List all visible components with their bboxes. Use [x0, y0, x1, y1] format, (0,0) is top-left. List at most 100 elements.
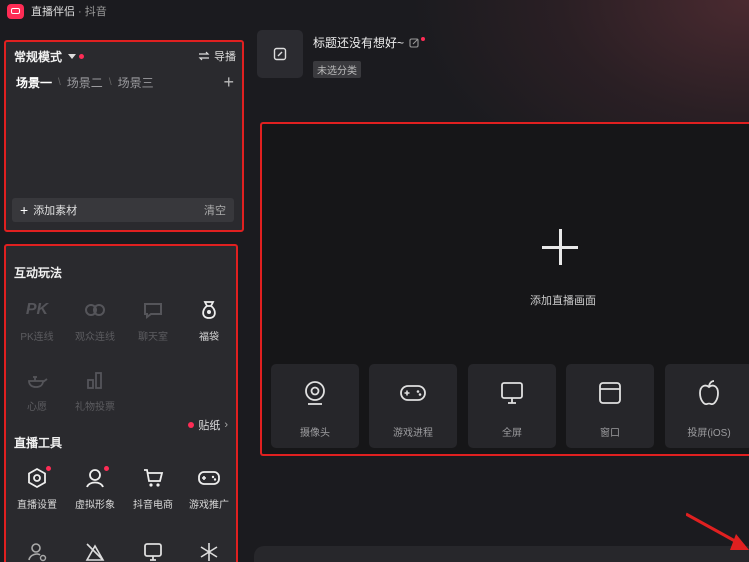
tool-label: 虚拟形象 [75, 500, 115, 511]
tools-title: 直播工具 [14, 436, 63, 450]
stream-title-row[interactable]: 标题还没有想好~ [313, 34, 426, 51]
add-material-button[interactable]: + 添加素材 [20, 202, 77, 218]
notification-dot [79, 53, 85, 59]
add-scene-button[interactable]: + [223, 73, 234, 91]
left-column: 常规模式 导播 场景一 \ 场景二 \ 场景三 + + 添加素材 清空 互动玩法… [0, 28, 245, 562]
interactive-item-label: 心愿 [27, 402, 47, 413]
interactive-item-wish[interactable]: 心愿 [10, 368, 64, 413]
clear-button[interactable]: 清空 [204, 202, 226, 218]
plus-icon [542, 229, 578, 265]
monitor-icon [499, 378, 525, 408]
mode-label: 常规模式 [14, 49, 63, 64]
tab-scene-2[interactable]: 场景二 [67, 74, 103, 91]
tab-scene-1[interactable]: 场景一 [16, 74, 52, 91]
lucky-bag-icon [182, 298, 236, 322]
mode-selector[interactable]: 常规模式 [14, 48, 85, 65]
tool-label: 游戏推广 [189, 500, 229, 511]
source-label: 窗口 [600, 428, 620, 439]
title-bar: 直播伴侣 · 抖音 [0, 0, 749, 22]
tools-panel: 互动玩法 PK PK连线 观众连线 聊天室 福袋 心愿 礼物投票 直播工具 贴纸… [4, 244, 238, 562]
scene-panel: 常规模式 导播 场景一 \ 场景二 \ 场景三 + + 添加素材 清空 [4, 40, 244, 232]
sparkle-icon [182, 540, 236, 562]
bottom-control-bar [254, 546, 749, 562]
sticker-link[interactable]: 贴纸 › [188, 417, 228, 433]
pk-icon: PK [25, 301, 49, 318]
window-icon [598, 378, 622, 408]
notification-dot [188, 422, 195, 428]
source-ios-cast[interactable]: 投屏(iOS) [665, 364, 749, 448]
interactive-title: 互动玩法 [14, 266, 63, 280]
interactive-item-audience-link[interactable]: 观众连线 [68, 298, 122, 343]
category-badge[interactable]: 未选分类 [313, 61, 361, 78]
notification-dot [421, 36, 426, 41]
interactive-item-gift-vote[interactable]: 礼物投票 [68, 368, 122, 413]
swap-icon [198, 51, 210, 61]
tool-label: 抖音电商 [133, 500, 173, 511]
wish-lamp-icon [10, 368, 64, 392]
mode-row: 常规模式 导播 [14, 48, 236, 64]
avatar-icon [68, 466, 122, 490]
guide-label: 导播 [214, 51, 236, 63]
source-camera[interactable]: 摄像头 [271, 364, 359, 448]
interactive-item-chatroom[interactable]: 聊天室 [126, 298, 180, 343]
stream-title: 标题还没有想好~ [313, 36, 405, 50]
tool-live-settings[interactable]: 直播设置 [10, 466, 64, 511]
chatroom-icon [126, 298, 180, 322]
source-label: 游戏进程 [393, 428, 433, 439]
gamepad-icon [399, 378, 427, 408]
cart-icon [126, 466, 180, 490]
edit-cover-button[interactable] [257, 30, 303, 78]
tool-virtual-avatar[interactable]: 虚拟形象 [68, 466, 122, 511]
tool-more-1[interactable] [10, 540, 64, 562]
guide-button[interactable]: 导播 [198, 48, 236, 64]
flag-icon [68, 540, 122, 562]
scene-tabs: 场景一 \ 场景二 \ 场景三 + [16, 73, 234, 91]
tab-separator: \ [58, 76, 61, 88]
tool-label: 直播设置 [17, 500, 57, 511]
tool-game-promo[interactable]: 游戏推广 [182, 466, 236, 511]
gift-vote-icon [68, 368, 122, 392]
interactive-item-lucky-bag[interactable]: 福袋 [182, 298, 236, 343]
source-label: 摄像头 [300, 428, 330, 439]
plus-icon: + [20, 202, 29, 218]
interactive-item-label: 聊天室 [138, 332, 168, 343]
source-fullscreen[interactable]: 全屏 [468, 364, 556, 448]
tool-more-3[interactable] [126, 540, 180, 562]
interactive-item-label: PK连线 [20, 332, 54, 343]
edit-icon [273, 47, 287, 61]
settings-icon [10, 466, 64, 490]
app-logo-icon [7, 3, 24, 19]
tool-more-4[interactable] [182, 540, 236, 562]
tab-scene-3[interactable]: 场景三 [118, 74, 154, 91]
source-label: 投屏(iOS) [687, 428, 731, 439]
caret-down-icon [68, 53, 77, 59]
chevron-right-icon: › [224, 419, 228, 431]
camera-icon [303, 378, 327, 408]
apple-icon [697, 378, 721, 408]
interactive-item-label: 福袋 [199, 332, 219, 343]
preview-panel: 添加直播画面 摄像头 游戏进程 全屏 窗口 投屏(iOS) [260, 122, 749, 456]
add-live-view-button[interactable] [530, 229, 590, 265]
edit-title-icon [409, 38, 419, 48]
link-icon [68, 298, 122, 322]
annotation-arrow-icon [686, 512, 749, 550]
add-live-view-label: 添加直播画面 [530, 295, 596, 307]
source-game-process[interactable]: 游戏进程 [369, 364, 457, 448]
tab-separator: \ [108, 76, 112, 88]
tool-ecommerce[interactable]: 抖音电商 [126, 466, 180, 511]
app-title: 直播伴侣 [31, 6, 75, 18]
interactive-item-pk[interactable]: PK PK连线 [10, 298, 64, 343]
source-label: 全屏 [502, 428, 522, 439]
gamepad-icon [182, 466, 236, 490]
interactive-item-label: 观众连线 [75, 332, 115, 343]
source-window[interactable]: 窗口 [566, 364, 654, 448]
add-material-label: 添加素材 [33, 205, 78, 217]
app-subtitle: · 抖音 [78, 6, 107, 18]
screen-icon [126, 540, 180, 562]
person-settings-icon [10, 540, 64, 562]
interactive-item-label: 礼物投票 [75, 402, 115, 413]
tool-more-2[interactable] [68, 540, 122, 562]
add-material-bar: + 添加素材 清空 [12, 198, 234, 222]
notification-dot [104, 466, 109, 471]
sticker-label: 贴纸 [198, 420, 221, 432]
